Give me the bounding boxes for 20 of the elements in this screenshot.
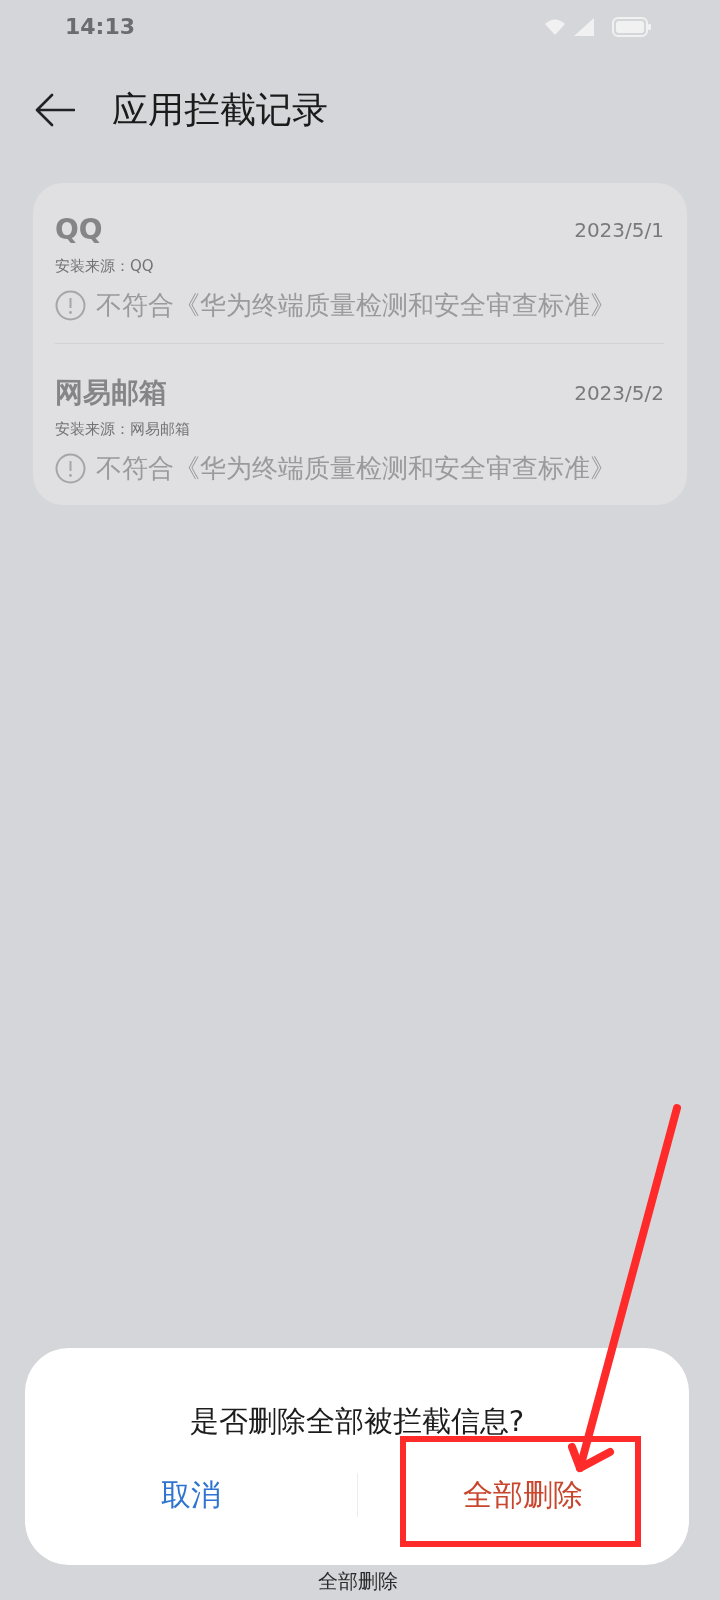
signal-icon bbox=[574, 18, 594, 36]
status-time: 14:13 bbox=[65, 13, 136, 41]
delete-all-button[interactable]: 全部删除 bbox=[357, 1465, 689, 1525]
cancel-button[interactable]: 取消 bbox=[25, 1465, 357, 1525]
record-date: 2023/5/1 bbox=[574, 217, 664, 243]
app-name: 网易邮箱 bbox=[55, 376, 167, 410]
delete-all-button[interactable]: 全部删除 bbox=[316, 1568, 400, 1594]
wifi-icon bbox=[544, 18, 566, 36]
install-source: 安装来源：网易邮箱 bbox=[55, 420, 190, 438]
exclamation-circle-icon bbox=[55, 452, 86, 484]
dialog-message: 是否删除全部被拦截信息? bbox=[189, 1403, 525, 1439]
install-source: 安装来源：QQ bbox=[55, 257, 154, 275]
exclamation-circle-icon bbox=[55, 289, 86, 321]
warning-text: 不符合《华为终端质量检测和安全审查标准》 bbox=[96, 289, 616, 322]
record-date: 2023/5/2 bbox=[574, 380, 664, 406]
warning-text: 不符合《华为终端质量检测和安全审查标准》 bbox=[96, 452, 616, 485]
page-title: 应用拦截记录 bbox=[112, 88, 328, 132]
back-arrow-icon[interactable] bbox=[35, 93, 75, 127]
app-name: QQ bbox=[55, 213, 103, 247]
battery-icon bbox=[612, 17, 652, 37]
